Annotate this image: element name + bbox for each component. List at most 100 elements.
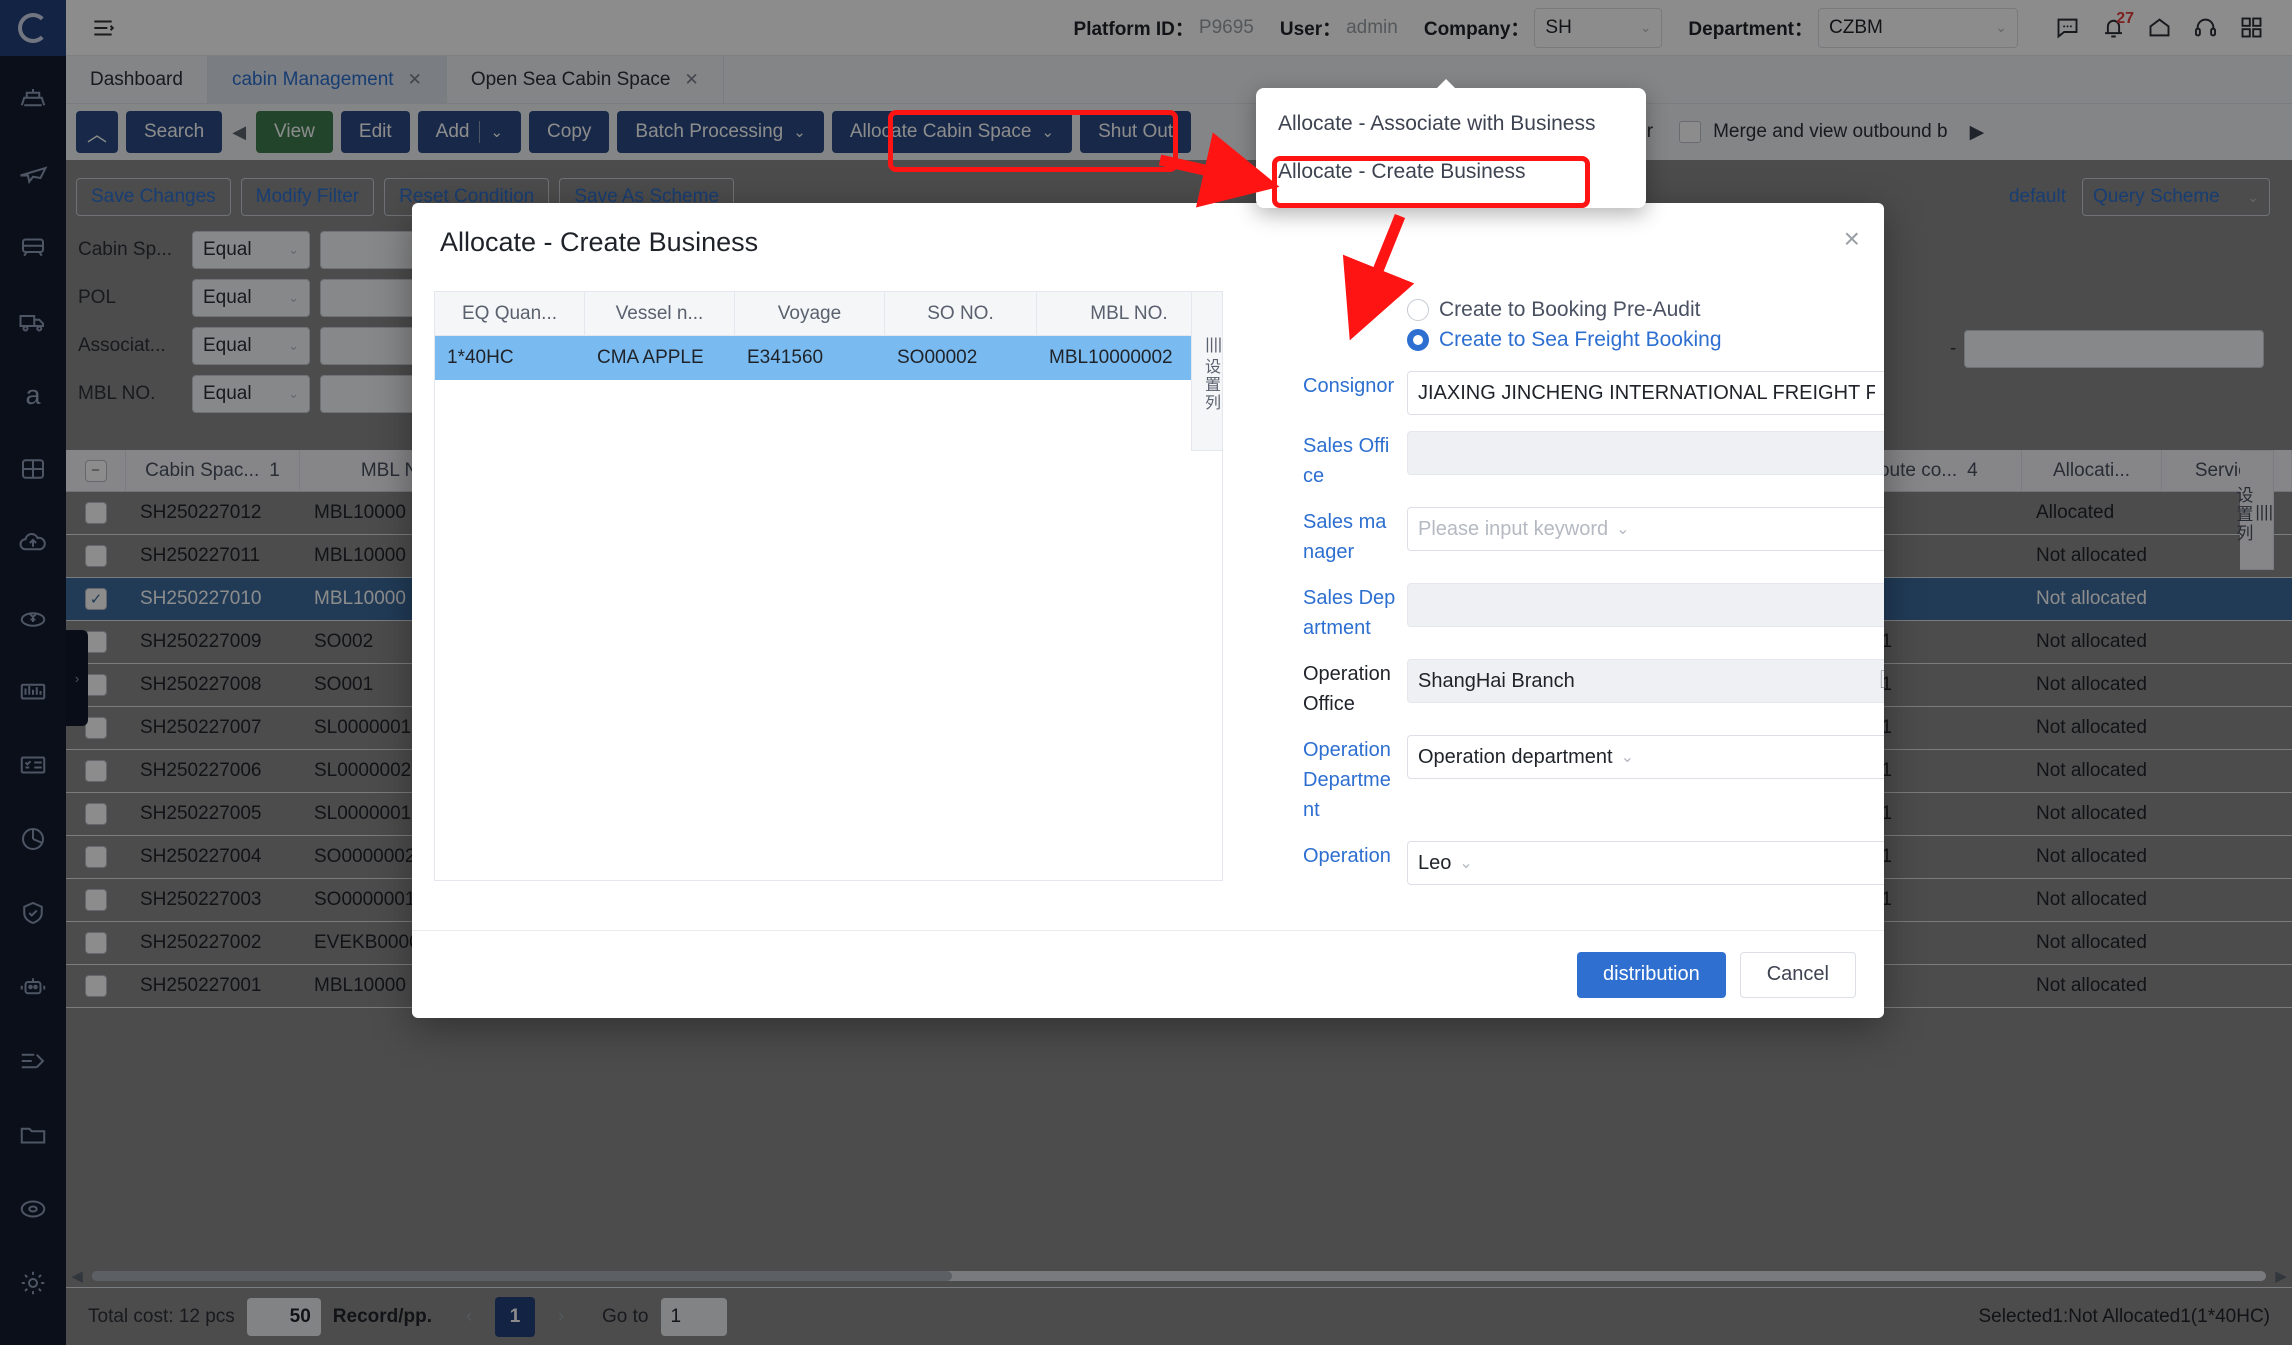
folder-icon[interactable] [0, 1098, 66, 1172]
row-checkbox[interactable] [85, 502, 107, 524]
settings-gear-icon[interactable] [0, 1246, 66, 1320]
calculator-icon[interactable] [0, 432, 66, 506]
tab-dashboard[interactable]: Dashboard [66, 56, 208, 103]
merge-outbound-checkbox-group[interactable]: Merge and view outbound b [1679, 121, 1948, 143]
filter-operator-select[interactable]: Equal ⌄ [192, 231, 310, 269]
distribution-button[interactable]: distribution [1577, 951, 1726, 998]
filter-range-input[interactable] [1964, 330, 2265, 368]
cancel-button[interactable]: Cancel [1739, 951, 1856, 998]
row-checkbox[interactable] [85, 975, 107, 997]
robot-icon[interactable] [0, 950, 66, 1024]
truck-icon[interactable] [0, 284, 66, 358]
collapse-panel-button[interactable]: ︿ [76, 111, 118, 153]
menu-item-create-business[interactable]: Allocate - Create Business [1256, 148, 1646, 196]
report-chart-icon[interactable] [0, 654, 66, 728]
copy-icon[interactable]: 🗋 [1880, 671, 1884, 691]
next-page-button[interactable]: › [541, 1297, 581, 1337]
row-checkbox[interactable] [85, 674, 107, 696]
modify-filter-button[interactable]: Modify Filter [240, 178, 375, 216]
row-checkbox[interactable] [85, 846, 107, 868]
allocate-cabin-space-button[interactable]: Allocate Cabin Space ⌄ [831, 111, 1073, 153]
filter-operator-select[interactable]: Equal ⌄ [192, 327, 310, 365]
hamburger-menu-icon[interactable] [88, 13, 118, 43]
batch-processing-button[interactable]: Batch Processing ⌄ [617, 111, 824, 153]
toolbar-scroll-right-icon[interactable]: ▶ [1970, 121, 1985, 144]
task-list-icon[interactable] [0, 728, 66, 802]
pie-chart-icon[interactable] [0, 802, 66, 876]
prev-page-button[interactable]: ‹ [449, 1297, 489, 1337]
row-checkbox[interactable] [85, 889, 107, 911]
finance-icon[interactable] [0, 580, 66, 654]
page-size-select[interactable]: 50 [246, 1297, 321, 1336]
table-settings-column-handle[interactable]: |||| 设置列 [2233, 450, 2274, 570]
consignor-select[interactable]: JIAXING JINCHENG INTERNATIONAL FREIGHT F… [1407, 371, 1884, 415]
row-checkbox-cell[interactable] [66, 492, 126, 534]
home-icon[interactable] [2136, 8, 2182, 48]
row-checkbox[interactable] [85, 760, 107, 782]
row-checkbox[interactable] [85, 545, 107, 567]
view-button[interactable]: View [256, 111, 333, 153]
edit-button[interactable]: Edit [340, 111, 410, 153]
company-select[interactable]: SH ⌄ [1534, 7, 1663, 48]
tab-cabin-management[interactable]: cabin Management ✕ [207, 56, 447, 103]
shut-out-button[interactable]: Shut Out [1080, 111, 1192, 153]
scroll-right-icon[interactable]: ▶ [2270, 1267, 2292, 1285]
horizontal-scrollbar[interactable]: ◀ ▶ [66, 1265, 2292, 1287]
row-checkbox[interactable] [85, 932, 107, 954]
sales-manager-select[interactable]: Please input keyword ⌄ [1407, 507, 1884, 551]
save-changes-button[interactable]: Save Changes [76, 178, 231, 216]
disc-icon[interactable] [0, 1172, 66, 1246]
row-checkbox[interactable]: ✓ [85, 588, 107, 610]
operation-select[interactable]: Leo ⌄ [1407, 841, 1884, 885]
search-button[interactable]: Search [126, 111, 223, 153]
tab-open-sea-cabin-space[interactable]: Open Sea Cabin Space ✕ [447, 56, 724, 103]
row-checkbox[interactable] [85, 803, 107, 825]
amazon-icon[interactable]: a [0, 358, 66, 432]
scroll-left-icon[interactable]: ◀ [66, 1267, 88, 1285]
row-checkbox-cell[interactable] [66, 965, 126, 1007]
row-checkbox-cell[interactable] [66, 922, 126, 964]
tab-close-icon[interactable]: ✕ [408, 70, 422, 90]
radio-button[interactable] [1407, 299, 1429, 321]
dialog-table-row[interactable]: 1*40HC CMA APPLE E341560 SO00002 MBL1000… [435, 336, 1222, 380]
rail-expand-handle[interactable]: › [66, 630, 88, 726]
chat-icon[interactable] [2044, 8, 2090, 48]
radio-create-sea-freight-booking[interactable]: Create to Sea Freight Booking [1407, 325, 1884, 355]
dialog-settings-column-handle[interactable]: |||| 设置列 [1191, 291, 1223, 451]
radio-create-booking-pre-audit[interactable]: Create to Booking Pre-Audit [1407, 295, 1884, 325]
copy-button[interactable]: Copy [529, 111, 610, 153]
default-scheme-label[interactable]: default [2009, 186, 2066, 208]
notifications-bell-icon[interactable]: 27 [2090, 8, 2136, 48]
rail-freight-icon[interactable] [0, 210, 66, 284]
filter-operator-select[interactable]: Equal ⌄ [192, 375, 310, 413]
select-all-checkbox[interactable]: − [84, 459, 107, 482]
close-icon[interactable]: × [1844, 223, 1860, 255]
network-icon[interactable] [0, 1024, 66, 1098]
add-button[interactable]: Add ⌄ [417, 111, 522, 153]
operation-department-select[interactable]: Operation department ⌄ [1407, 735, 1884, 779]
goto-page-input[interactable]: 1 [660, 1297, 727, 1336]
row-checkbox-cell[interactable] [66, 879, 126, 921]
toolbar-scroll-left-icon[interactable]: ◀ [230, 122, 248, 143]
merge-outbound-checkbox[interactable] [1679, 121, 1702, 143]
row-checkbox-cell[interactable] [66, 750, 126, 792]
department-select[interactable]: CZBM ⌄ [1818, 7, 2018, 48]
column-header-allocation[interactable]: Allocati... [2022, 450, 2162, 491]
radio-button[interactable] [1407, 329, 1429, 351]
column-header-cabin-space[interactable]: Cabin Spac... 1 [126, 450, 300, 491]
ship-icon[interactable] [0, 62, 66, 136]
row-checkbox-cell[interactable] [66, 836, 126, 878]
support-headset-icon[interactable] [2182, 8, 2228, 48]
select-all-cell[interactable]: − [66, 450, 126, 491]
page-1-button[interactable]: 1 [495, 1296, 536, 1337]
query-scheme-select[interactable]: Query Scheme ⌄ [2082, 178, 2270, 216]
row-checkbox-cell[interactable]: ✓ [66, 578, 126, 620]
row-checkbox-cell[interactable] [66, 535, 126, 577]
scrollbar-track[interactable] [92, 1271, 2266, 1281]
shield-icon[interactable] [0, 876, 66, 950]
tab-close-icon[interactable]: ✕ [684, 70, 698, 90]
air-freight-icon[interactable] [0, 136, 66, 210]
filter-operator-select[interactable]: Equal ⌄ [192, 279, 310, 317]
row-checkbox[interactable] [85, 631, 107, 653]
row-checkbox-cell[interactable] [66, 793, 126, 835]
